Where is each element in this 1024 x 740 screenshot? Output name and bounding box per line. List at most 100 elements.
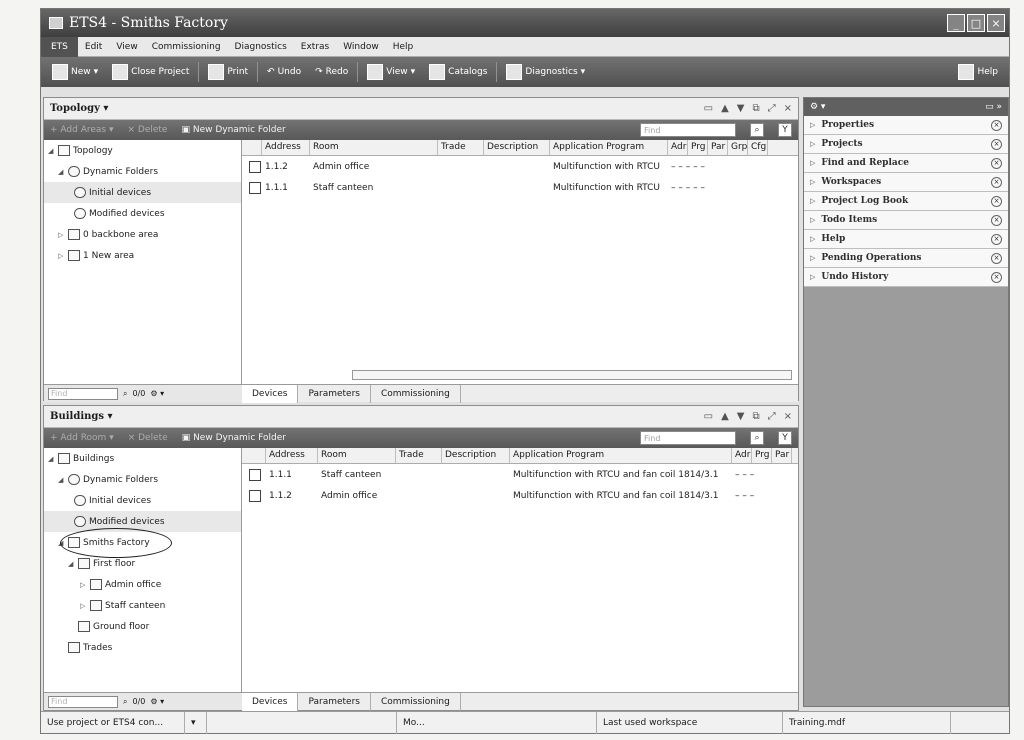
close-circle-icon[interactable]: × xyxy=(991,176,1002,188)
dock-item-undo-history[interactable]: ▷ Undo History × xyxy=(804,268,1008,287)
delete-button[interactable]: × Delete xyxy=(128,433,168,443)
diagnostics-button[interactable]: Diagnostics ▾ xyxy=(501,60,590,84)
tree-item-dynamic-folders[interactable]: ◢ Dynamic Folders xyxy=(44,161,241,182)
tab-parameters[interactable]: Parameters xyxy=(298,692,371,711)
panel-float-icon[interactable]: ⧉ xyxy=(752,411,759,422)
status-dropdown-icon[interactable]: ▾ xyxy=(185,711,207,734)
col-address[interactable]: Address xyxy=(266,448,318,463)
view-button[interactable]: View ▾ xyxy=(362,60,420,84)
panel-up-icon[interactable]: ▲ xyxy=(721,103,729,114)
col-description[interactable]: Description xyxy=(484,140,550,155)
menu-diagnostics[interactable]: Diagnostics xyxy=(228,42,294,52)
tree-item-modified-devices[interactable]: Modified devices xyxy=(44,203,241,224)
col-prg[interactable]: Prg xyxy=(688,140,708,155)
col-room[interactable]: Room xyxy=(318,448,396,463)
menu-ets[interactable]: ETS xyxy=(41,36,78,57)
close-circle-icon[interactable]: × xyxy=(991,233,1002,245)
col-room[interactable]: Room xyxy=(310,140,438,155)
menu-view[interactable]: View xyxy=(109,42,144,52)
panel-maximize-icon[interactable]: ⤢ xyxy=(768,103,776,114)
tab-parameters[interactable]: Parameters xyxy=(298,384,371,403)
close-circle-icon[interactable]: × xyxy=(991,214,1002,226)
dock-settings-icon[interactable]: ⚙ ▾ xyxy=(810,102,825,112)
undo-button[interactable]: ↶ Undo xyxy=(262,60,306,84)
col-adr[interactable]: Adr xyxy=(668,140,688,155)
tree-options-icon[interactable]: ⚙ ▾ xyxy=(150,697,164,706)
col-cfg[interactable]: Cfg xyxy=(748,140,768,155)
panel-maximize-icon[interactable]: ⤢ xyxy=(768,411,776,422)
filter-icon[interactable]: Y xyxy=(778,431,792,445)
menu-help[interactable]: Help xyxy=(386,42,421,52)
add-areas-button[interactable]: + Add Areas ▾ xyxy=(50,125,113,135)
redo-button[interactable]: ↷ Redo xyxy=(310,60,353,84)
close-circle-icon[interactable]: × xyxy=(991,252,1002,264)
tree-item-new-area[interactable]: ▷ 1 New area xyxy=(44,245,241,266)
add-room-button[interactable]: + Add Room ▾ xyxy=(50,433,114,443)
close-circle-icon[interactable]: × xyxy=(991,195,1002,207)
table-row[interactable]: 1.1.2 Admin office Multifunction with RT… xyxy=(242,156,798,177)
tab-devices[interactable]: Devices xyxy=(242,692,299,711)
tree-item-initial-devices[interactable]: Initial devices xyxy=(44,182,241,203)
topology-panel-title[interactable]: Topology xyxy=(50,103,100,114)
col-prg[interactable]: Prg xyxy=(752,448,772,463)
col-description[interactable]: Description xyxy=(442,448,510,463)
print-button[interactable]: Print xyxy=(203,60,253,84)
col-adr[interactable]: Adr xyxy=(732,448,752,463)
menu-extras[interactable]: Extras xyxy=(294,42,336,52)
menu-edit[interactable]: Edit xyxy=(78,42,109,52)
new-button[interactable]: New ▾ xyxy=(47,60,103,84)
panel-close-icon[interactable]: × xyxy=(784,103,792,114)
tree-item-admin-office[interactable]: ▷ Admin office xyxy=(44,574,241,595)
delete-button[interactable]: × Delete xyxy=(127,125,167,135)
tree-find-input[interactable]: Find xyxy=(48,387,118,400)
tree-find-icon[interactable]: ⌕ xyxy=(123,389,127,399)
dock-item-find-and-replace[interactable]: ▷ Find and Replace × xyxy=(804,154,1008,173)
new-dynamic-folder-button[interactable]: ▣ New Dynamic Folder xyxy=(182,433,286,443)
tree-options-icon[interactable]: ⚙ ▾ xyxy=(150,389,164,398)
minimize-button[interactable]: _ xyxy=(947,14,965,32)
panel-close-icon[interactable]: × xyxy=(784,411,792,422)
table-row[interactable]: 1.1.1 Staff canteen Multifunction with R… xyxy=(242,464,798,485)
tree-find-input[interactable]: Find xyxy=(48,695,118,708)
help-button[interactable]: Help xyxy=(953,60,1003,84)
menu-window[interactable]: Window xyxy=(336,42,386,52)
search-icon[interactable]: ⌕ xyxy=(750,431,764,445)
tab-commissioning[interactable]: Commissioning xyxy=(371,692,461,711)
tree-item-ground-floor[interactable]: Ground floor xyxy=(44,616,241,637)
tree-item-buildings[interactable]: ◢ Buildings xyxy=(44,448,241,469)
dock-collapse-icon[interactable]: ▭ » xyxy=(985,102,1002,112)
new-dynamic-folder-button[interactable]: ▣ New Dynamic Folder xyxy=(181,125,285,135)
maximize-button[interactable]: □ xyxy=(967,14,985,32)
dock-item-workspaces[interactable]: ▷ Workspaces × xyxy=(804,173,1008,192)
catalogs-button[interactable]: Catalogs xyxy=(424,60,492,84)
dock-item-todo-items[interactable]: ▷ Todo Items × xyxy=(804,211,1008,230)
dock-item-help[interactable]: ▷ Help × xyxy=(804,230,1008,249)
col-application-program[interactable]: Application Program xyxy=(550,140,668,155)
col-par[interactable]: Par xyxy=(708,140,728,155)
col-par[interactable]: Par xyxy=(772,448,792,463)
col-grp[interactable]: Grp xyxy=(728,140,748,155)
close-circle-icon[interactable]: × xyxy=(991,271,1002,283)
table-row[interactable]: 1.1.1 Staff canteen Multifunction with R… xyxy=(242,177,798,198)
panel-up-icon[interactable]: ▲ xyxy=(721,411,729,422)
tree-find-icon[interactable]: ⌕ xyxy=(123,697,127,707)
panel-pin-icon[interactable]: ▭ xyxy=(704,411,713,422)
tree-item-backbone-area[interactable]: ▷ 0 backbone area xyxy=(44,224,241,245)
buildings-panel-title[interactable]: Buildings xyxy=(50,411,104,422)
panel-float-icon[interactable]: ⧉ xyxy=(752,103,759,114)
tree-item-dynamic-folders[interactable]: ◢ Dynamic Folders xyxy=(44,469,241,490)
dock-item-properties[interactable]: ▷ Properties × xyxy=(804,116,1008,135)
col-trade[interactable]: Trade xyxy=(396,448,442,463)
horizontal-scrollbar[interactable] xyxy=(352,370,792,380)
tree-item-topology[interactable]: ◢ Topology xyxy=(44,140,241,161)
search-icon[interactable]: ⌕ xyxy=(750,123,764,137)
close-circle-icon[interactable]: × xyxy=(991,119,1002,131)
dock-item-projects[interactable]: ▷ Projects × xyxy=(804,135,1008,154)
col-trade[interactable]: Trade xyxy=(438,140,484,155)
topology-filter-input[interactable]: Find xyxy=(640,123,736,137)
filter-icon[interactable]: Y xyxy=(778,123,792,137)
dock-item-project-log-book[interactable]: ▷ Project Log Book × xyxy=(804,192,1008,211)
tab-devices[interactable]: Devices xyxy=(242,384,299,403)
panel-down-icon[interactable]: ▼ xyxy=(737,411,745,422)
tree-item-trades[interactable]: Trades xyxy=(44,637,241,658)
